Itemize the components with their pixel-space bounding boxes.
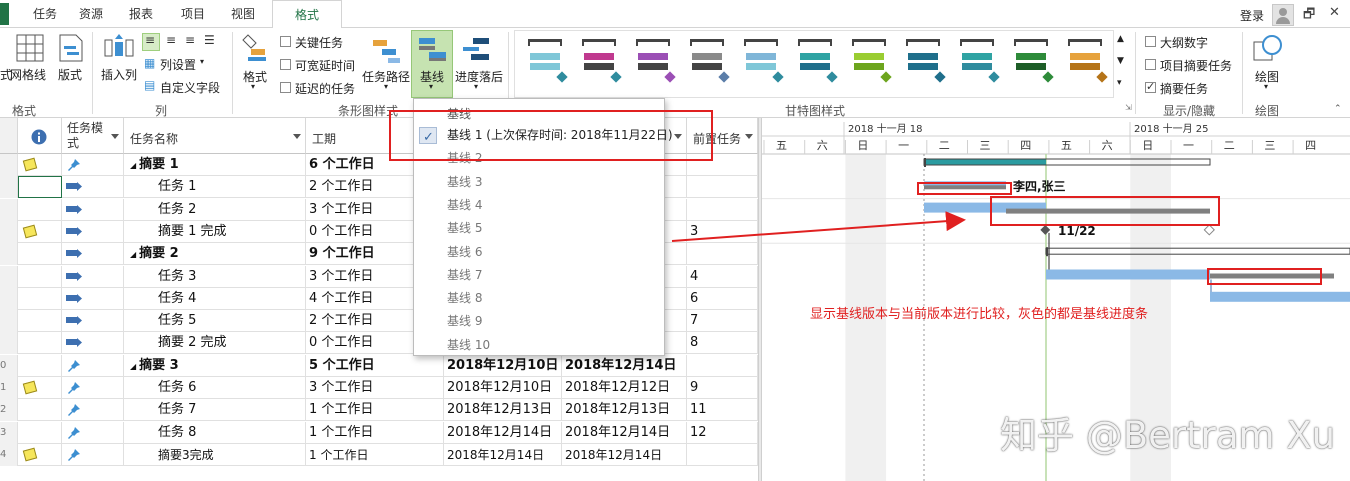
app-window: 任务 资源 报表 项目 视图 格式 登录 🗗 ✕ 式 网格线 版式 格式 插入列… [0, 0, 1350, 481]
watermark: 知乎 @Bertram Xu [1000, 414, 1336, 457]
annotation-text: 显示基线版本与当前版本进行比较，灰色的都是基线进度条 [810, 307, 1149, 322]
